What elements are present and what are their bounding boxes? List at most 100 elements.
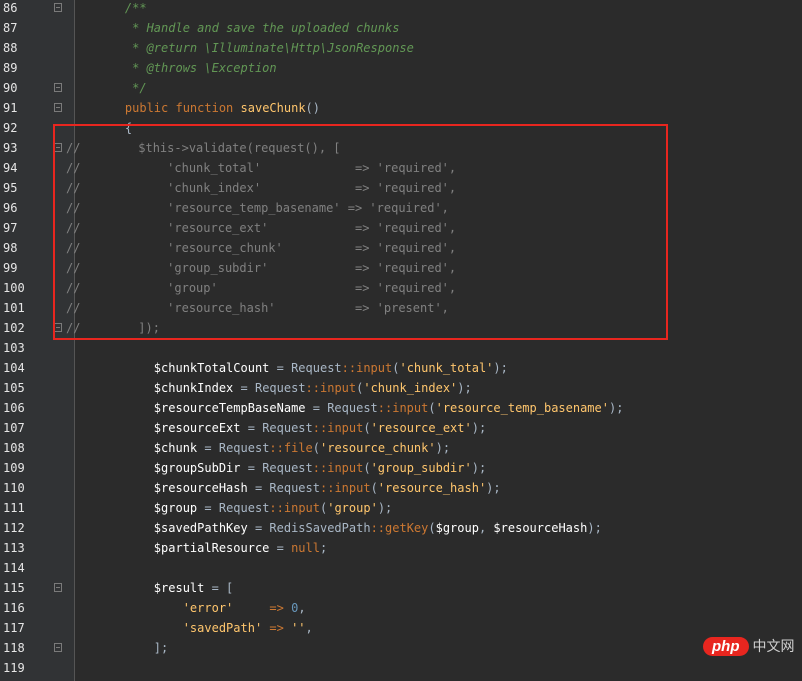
code-token: = <box>233 381 255 395</box>
line-number: 113 <box>3 541 25 555</box>
code-token: = <box>247 521 270 535</box>
code-token: ( <box>428 521 436 535</box>
code-token: $chunk <box>96 441 198 455</box>
code-token: :: <box>370 521 386 535</box>
line-number: 118 <box>3 641 25 655</box>
code-token: Request <box>262 421 313 435</box>
line-number: 87 <box>3 21 18 35</box>
fold-marker-icon[interactable] <box>54 3 62 12</box>
code-token: = <box>197 501 219 515</box>
code-token: /** <box>96 1 147 15</box>
code-token: ( <box>428 401 436 415</box>
code-token: $groupSubDir <box>96 461 241 475</box>
code-token: Request <box>262 461 313 475</box>
line-number: 97 <box>3 221 18 235</box>
code-token: ( <box>370 481 378 495</box>
code-line[interactable]: 113 $partialResource = null; <box>0 538 802 558</box>
code-token: input <box>327 461 364 475</box>
code-line[interactable]: 115 $result = [ <box>0 578 802 598</box>
code-token: ( <box>363 461 371 475</box>
fold-marker-icon[interactable] <box>54 643 62 652</box>
fold-marker-icon[interactable] <box>54 83 62 92</box>
code-token: :: <box>377 401 393 415</box>
fold-marker-icon[interactable] <box>54 103 62 112</box>
code-editor[interactable]: 86 /** 87 * Handle and save the uploaded … <box>0 0 802 681</box>
code-token: = <box>269 361 292 375</box>
code-line[interactable]: 119 <box>0 658 802 678</box>
line-number: 119 <box>3 661 25 675</box>
code-text: * @return \Illuminate\Http\JsonResponse <box>96 38 414 58</box>
code-text: $result = [ <box>96 578 233 598</box>
code-token: $chunkIndex <box>96 381 234 395</box>
php-logo: php <box>703 636 749 656</box>
code-token: 'savedPath' <box>96 621 263 635</box>
code-line[interactable]: 88 * @return \Illuminate\Http\JsonRespon… <box>0 38 802 58</box>
code-token: getKey <box>385 521 429 535</box>
code-text: $resourceHash = Request::input('resource… <box>96 478 501 498</box>
code-token: Request <box>254 381 306 395</box>
code-line[interactable]: 105 $chunkIndex = Request::input('chunk_… <box>0 378 802 398</box>
code-token: ); <box>457 381 472 395</box>
code-token: $partialResource <box>96 541 270 555</box>
code-line[interactable]: 112 $savedPathKey = RedisSavedPath::getK… <box>0 518 802 538</box>
code-line[interactable]: 104 $chunkTotalCount = Request::input('c… <box>0 358 802 378</box>
line-number: 93 <box>3 141 18 155</box>
code-token: , <box>298 601 306 615</box>
code-line[interactable]: 87 * Handle and save the uploaded chunks <box>0 18 802 38</box>
code-text: $chunkIndex = Request::input('chunk_inde… <box>96 378 472 398</box>
line-number: 105 <box>3 381 25 395</box>
code-line[interactable]: 110 $resourceHash = Request::input('reso… <box>0 478 802 498</box>
code-token: input <box>283 501 320 515</box>
code-line[interactable]: 117 'savedPath' => '', <box>0 618 802 638</box>
code-line[interactable]: 107 $resourceExt = Request::input('resou… <box>0 418 802 438</box>
line-number: 94 <box>3 161 18 175</box>
line-number: 112 <box>3 521 25 535</box>
code-token: ( <box>312 441 321 455</box>
code-token: :: <box>312 421 328 435</box>
code-token: ]; <box>96 641 169 655</box>
code-token: = <box>269 541 292 555</box>
line-number: 115 <box>3 581 25 595</box>
code-text: $chunkTotalCount = Request::input('chunk… <box>96 358 508 378</box>
code-token: public <box>96 101 176 115</box>
code-line[interactable]: 114 <box>0 558 802 578</box>
fold-marker-icon[interactable] <box>54 583 62 592</box>
code-token: ); <box>608 401 624 415</box>
code-token: :: <box>341 361 357 375</box>
code-token: ); <box>493 361 508 375</box>
line-number: 91 <box>3 101 18 115</box>
code-token: input <box>320 381 357 395</box>
code-line[interactable]: 103 <box>0 338 802 358</box>
code-token: input <box>356 361 393 375</box>
line-number: 104 <box>3 361 25 375</box>
code-line[interactable]: 109 $groupSubDir = Request::input('group… <box>0 458 802 478</box>
line-number: 90 <box>3 81 18 95</box>
code-token: :: <box>269 501 284 515</box>
code-text: public function saveChunk() <box>96 98 320 118</box>
line-number: 86 <box>3 1 18 15</box>
code-token: :: <box>269 441 284 455</box>
code-line[interactable]: 91 public function saveChunk() <box>0 98 802 118</box>
code-token: :: <box>312 461 328 475</box>
code-line[interactable]: 89 * @throws \Exception <box>0 58 802 78</box>
code-token: '' <box>291 621 306 635</box>
code-token: */ <box>96 81 147 95</box>
code-line[interactable]: 116 'error' => 0, <box>0 598 802 618</box>
line-number: 95 <box>3 181 18 195</box>
code-token: * @throws \Exception <box>96 61 277 75</box>
code-line[interactable]: 111 $group = Request::input('group'); <box>0 498 802 518</box>
code-token: $group <box>435 521 479 535</box>
code-line[interactable]: 118 ]; <box>0 638 802 658</box>
code-line[interactable]: 86 /** <box>0 0 802 18</box>
code-line[interactable]: 106 $resourceTempBaseName = Request::inp… <box>0 398 802 418</box>
code-line[interactable]: 90 */ <box>0 78 802 98</box>
code-token: => <box>262 621 292 635</box>
code-text: $groupSubDir = Request::input('group_sub… <box>96 458 486 478</box>
line-number: 99 <box>3 261 18 275</box>
line-number: 111 <box>3 501 25 515</box>
code-line[interactable]: 108 $chunk = Request::file('resource_chu… <box>0 438 802 458</box>
line-number: 117 <box>3 621 25 635</box>
code-text: 'savedPath' => '', <box>96 618 313 638</box>
code-token: 'group' <box>327 501 378 515</box>
line-number: 108 <box>3 441 25 455</box>
